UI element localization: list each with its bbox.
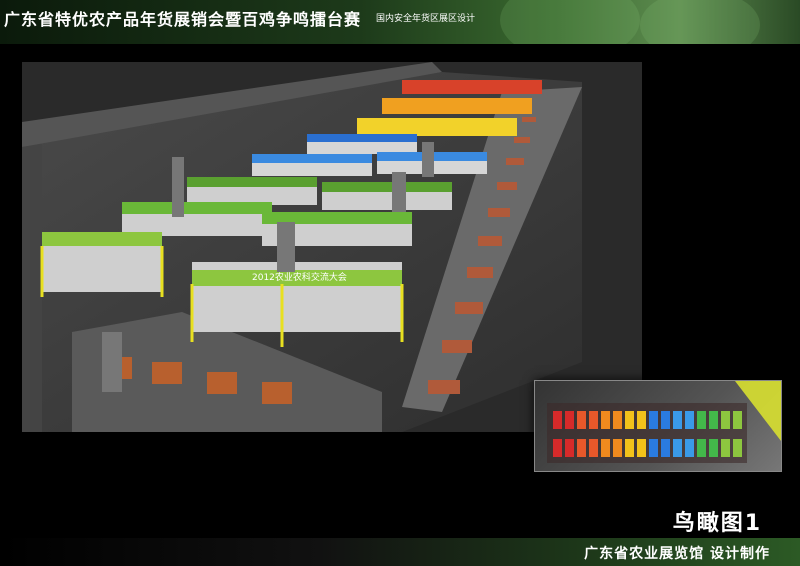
minimap-booth <box>673 439 682 457</box>
minimap-booth <box>637 411 646 429</box>
minimap-booth <box>649 439 658 457</box>
booth-banner-text: 2012农业农科交流大会 <box>252 271 347 283</box>
minimap-booth <box>685 439 694 457</box>
minimap-booth <box>613 439 622 457</box>
minimap-booth <box>577 411 586 429</box>
page-title: 广东省特优农产品年货展销会暨百鸡争鸣擂台赛 <box>4 10 362 29</box>
minimap-booth <box>565 439 574 457</box>
header-banner: 广东省特优农产品年货展销会暨百鸡争鸣擂台赛 国内安全年货区展区设计 <box>0 0 800 44</box>
decor-blob <box>640 0 760 44</box>
design-credit: 广东省农业展览馆 设计制作 <box>584 546 770 562</box>
minimap-booth <box>697 411 706 429</box>
minimap-booth <box>697 439 706 457</box>
aerial-rendering: 2012农业农科交流大会 <box>22 62 642 432</box>
exhibition-hall-render: 2012农业农科交流大会 <box>22 62 642 432</box>
minimap-booth <box>589 439 598 457</box>
minimap-booth <box>661 411 670 429</box>
minimap-booth <box>709 411 718 429</box>
minimap-booth <box>733 411 742 429</box>
footer-bar: 广东省农业展览馆 设计制作 <box>0 538 800 566</box>
minimap-svg <box>547 381 781 463</box>
minimap-booth <box>721 411 730 429</box>
minimap-booth <box>601 411 610 429</box>
minimap-booth <box>613 411 622 429</box>
minimap-booth <box>577 439 586 457</box>
minimap-booth <box>565 411 574 429</box>
minimap-booth <box>709 439 718 457</box>
minimap-booth <box>625 411 634 429</box>
minimap-booth <box>685 411 694 429</box>
minimap-booth <box>673 411 682 429</box>
minimap-booth <box>553 411 562 429</box>
floor-plan-minimap <box>534 380 782 472</box>
view-caption: 鸟瞰图1 <box>672 511 762 536</box>
minimap-booth <box>733 439 742 457</box>
decor-blob <box>500 0 640 44</box>
minimap-booth <box>721 439 730 457</box>
minimap-booth <box>553 439 562 457</box>
page-subtitle: 国内安全年货区展区设计 <box>376 14 476 24</box>
minimap-booth <box>601 439 610 457</box>
minimap-booth <box>649 411 658 429</box>
minimap-booth <box>661 439 670 457</box>
minimap-booth <box>625 439 634 457</box>
minimap-booth <box>589 411 598 429</box>
minimap-booth <box>637 439 646 457</box>
